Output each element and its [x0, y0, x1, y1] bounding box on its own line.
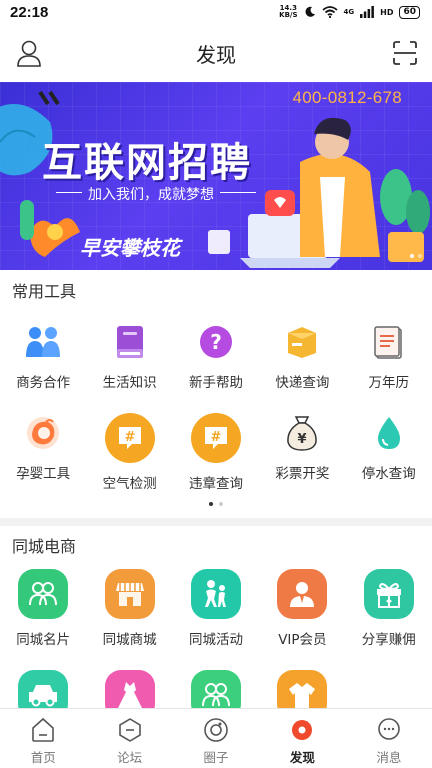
- hd-badge: HD: [380, 7, 394, 17]
- package-icon: [282, 322, 322, 362]
- nav-label: 论坛: [117, 750, 143, 765]
- common-tools-pager: [0, 502, 432, 506]
- commerce-share-earn[interactable]: 分享赚佣: [346, 569, 432, 648]
- section-divider: [0, 518, 432, 526]
- svg-text:#: #: [124, 430, 135, 445]
- pager-dot[interactable]: [209, 502, 213, 506]
- tool-label: 孕婴工具: [16, 466, 71, 482]
- banner-headline: 互联网招聘: [42, 140, 252, 186]
- banner-pager-dot[interactable]: [418, 254, 422, 258]
- tool-label: 快递查询: [275, 375, 330, 391]
- recruitment-banner[interactable]: 400-0812-678 互联网招聘 加入我们，成就梦想 早安攀枝花: [0, 82, 432, 270]
- tool-label: 新手帮助: [188, 375, 243, 391]
- banner-brand: 早安攀枝花: [80, 236, 180, 260]
- tool-violation-query[interactable]: # 违章查询: [173, 413, 259, 492]
- tool-label: 停水查询: [361, 466, 416, 482]
- moon-icon: [304, 3, 316, 22]
- common-tools-grid: 商务合作 生活知识 ? 新手帮助 快递查询 万年历 孕婴工具 # 空气检测 # …: [0, 322, 432, 492]
- nav-label: 发现: [289, 750, 315, 765]
- signal-icon: [360, 3, 375, 22]
- water-drop-icon: [369, 413, 409, 453]
- tool-label: 同城商城: [102, 632, 157, 648]
- tool-label: 空气检测: [102, 476, 157, 492]
- svg-text:?: ?: [210, 330, 222, 354]
- discover-icon: [289, 717, 315, 743]
- commerce-local-activity[interactable]: 同城活动: [173, 569, 259, 648]
- tool-label: 万年历: [368, 375, 410, 391]
- nav-messages[interactable]: 消息: [346, 709, 432, 768]
- commerce-local-mall[interactable]: 同城商城: [86, 569, 172, 648]
- people-icon: [23, 322, 63, 362]
- status-bar: 22:18 14.3 KB/S 4G HD 60: [0, 0, 432, 24]
- hashtag-bubble-icon: #: [190, 413, 241, 463]
- commerce-local-card[interactable]: 同城名片: [0, 569, 86, 648]
- section-title-common-tools: 常用工具: [12, 282, 77, 301]
- vip-icon: [277, 569, 328, 619]
- svg-text:¥: ¥: [298, 432, 307, 447]
- tool-water-outage-query[interactable]: 停水查询: [346, 413, 432, 492]
- tool-label: 同城活动: [188, 632, 243, 648]
- money-bag-icon: ¥: [282, 413, 322, 453]
- banner-subline: 加入我们，成就梦想: [88, 187, 214, 203]
- tool-express-query[interactable]: 快递查询: [259, 322, 345, 391]
- page-title: 发现: [196, 42, 236, 67]
- banner-line-left: [56, 192, 82, 193]
- nav-label: 消息: [376, 750, 402, 765]
- nav-forum[interactable]: 论坛: [86, 709, 172, 768]
- circle-icon: [203, 717, 229, 743]
- hashtag-bubble-icon: #: [104, 413, 155, 463]
- pager-dot[interactable]: [219, 502, 223, 506]
- banner-line-right: [220, 192, 256, 193]
- svg-text:#: #: [211, 430, 222, 445]
- local-commerce-grid: 同城名片 同城商城 同城活动 VIP会员 分享赚佣: [0, 569, 432, 720]
- status-icons: 14.3 KB/S 4G HD 60: [279, 3, 420, 22]
- tool-label: 违章查询: [188, 476, 243, 492]
- network-speed: 14.3 KB/S: [279, 5, 297, 19]
- nav-circle[interactable]: 圈子: [173, 709, 259, 768]
- activity-icon: [190, 569, 241, 619]
- tool-label: 分享赚佣: [361, 632, 416, 648]
- tool-business-cooperation[interactable]: 商务合作: [0, 322, 86, 391]
- section-title-local-commerce: 同城电商: [12, 537, 77, 556]
- tool-baby-tools[interactable]: 孕婴工具: [0, 413, 86, 492]
- banner-pager-dot[interactable]: [410, 254, 414, 258]
- tool-label: 同城名片: [16, 632, 71, 648]
- nav-label: 首页: [30, 750, 56, 765]
- tool-label: 彩票开奖: [275, 466, 330, 482]
- forum-icon: [117, 717, 143, 743]
- nav-label: 圈子: [203, 750, 229, 765]
- tool-label: 生活知识: [102, 375, 157, 391]
- commerce-vip-member[interactable]: VIP会员: [259, 569, 345, 648]
- top-header: 发现: [0, 24, 432, 82]
- network-speed-unit: KB/S: [279, 11, 298, 19]
- status-time: 22:18: [10, 3, 49, 21]
- wifi-icon: [321, 3, 338, 22]
- banner-pager: [410, 254, 422, 258]
- tool-air-detection[interactable]: # 空气检测: [86, 413, 172, 492]
- tool-label: VIP会员: [278, 632, 327, 648]
- calendar-icon: [369, 322, 409, 362]
- tool-life-knowledge[interactable]: 生活知识: [86, 322, 172, 391]
- user-icon[interactable]: [16, 39, 42, 67]
- tool-newbie-help[interactable]: ? 新手帮助: [173, 322, 259, 391]
- question-icon: ?: [196, 322, 236, 362]
- message-icon: [376, 717, 402, 743]
- network-type: 4G: [343, 8, 355, 16]
- contacts-icon: [18, 569, 69, 619]
- home-icon: [30, 717, 56, 743]
- tool-lottery-results[interactable]: ¥ 彩票开奖: [259, 413, 345, 492]
- baby-icon: [23, 413, 63, 453]
- bottom-nav: 首页 论坛 圈子 发现 消息: [0, 708, 432, 768]
- scan-icon[interactable]: [392, 40, 418, 66]
- book-icon: [110, 322, 150, 362]
- nav-discover[interactable]: 发现: [259, 709, 345, 768]
- battery-indicator: 60: [399, 5, 420, 19]
- store-icon: [104, 569, 155, 619]
- tool-calendar[interactable]: 万年历: [346, 322, 432, 391]
- nav-home[interactable]: 首页: [0, 709, 86, 768]
- tool-label: 商务合作: [16, 375, 71, 391]
- banner-phone: 400-0812-678: [292, 88, 402, 107]
- gift-icon: [363, 569, 414, 619]
